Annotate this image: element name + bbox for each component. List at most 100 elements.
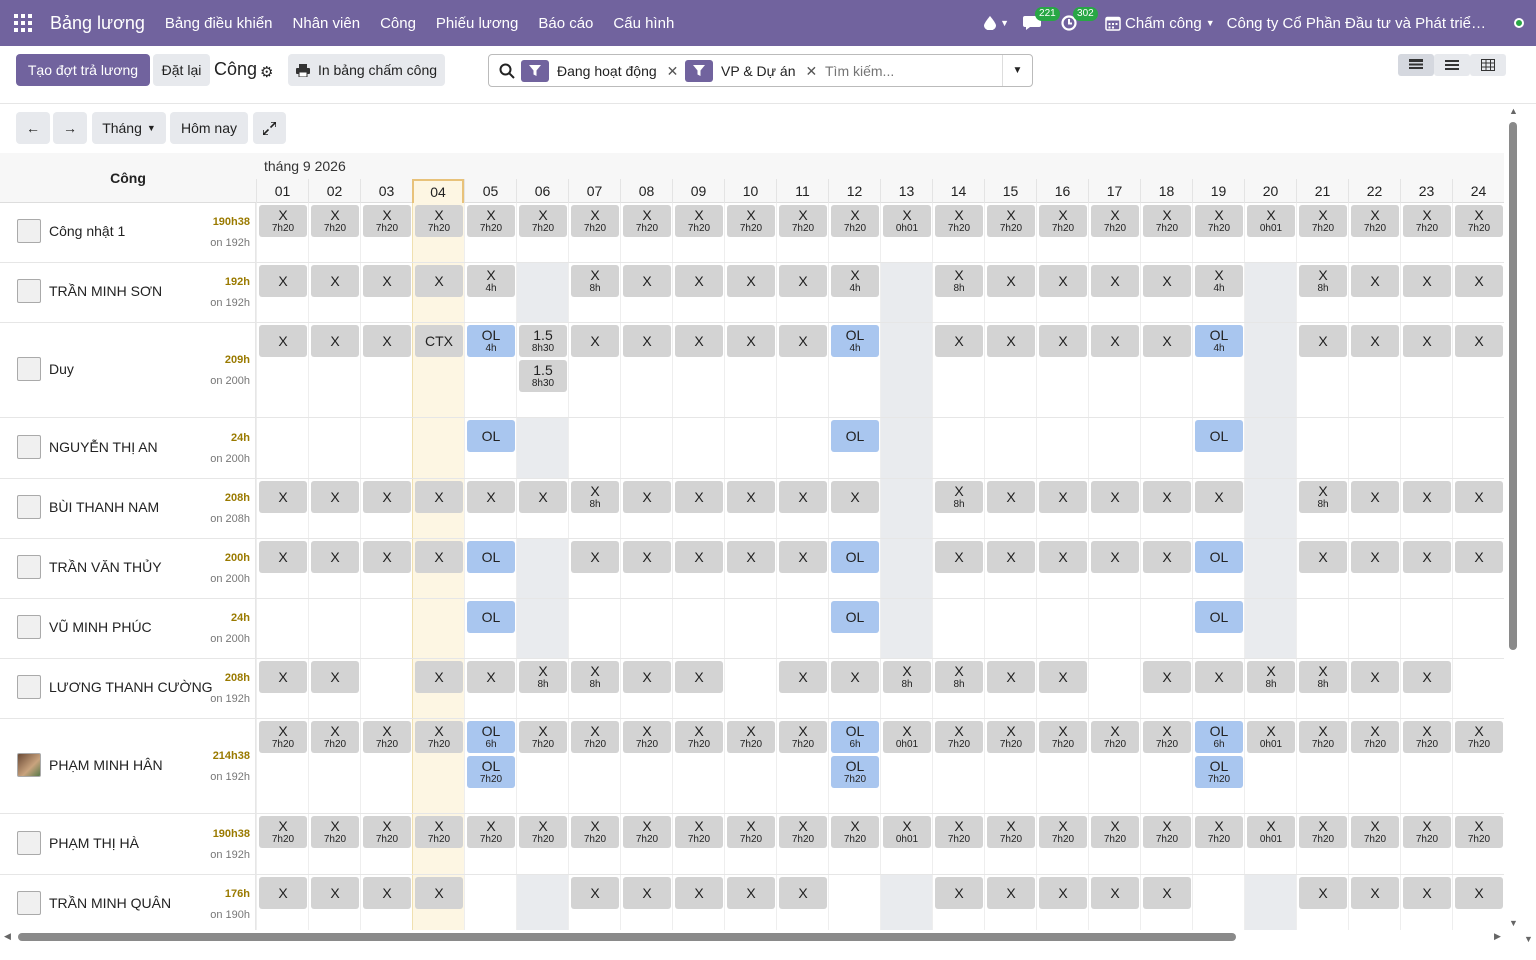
day-cell[interactable]: X [1400,659,1452,718]
day-cell[interactable] [724,659,776,718]
gear-icon[interactable]: ⚙ [260,63,273,81]
day-cell[interactable]: OL 6h OL 7h20 [828,719,880,813]
attendance-entry[interactable]: X [1091,265,1139,297]
day-cell[interactable]: X 7h20 [1036,719,1088,813]
expand-icon[interactable] [253,112,286,144]
day-cell[interactable] [1452,659,1504,718]
day-cell[interactable]: X 7h20 [828,203,880,262]
day-cell[interactable]: X [984,875,1036,930]
attendance-entry[interactable]: X 0h01 [1247,816,1295,848]
employee-info[interactable]: VŨ MINH PHÚC 24h on 200h [0,599,256,658]
day-cell[interactable]: X 7h20 [620,719,672,813]
attendance-entry[interactable]: X [259,541,307,573]
attendance-entry[interactable]: X 7h20 [519,816,567,848]
day-cell[interactable]: X [776,323,828,417]
day-cell[interactable] [1036,418,1088,478]
attendance-entry[interactable]: X 7h20 [1351,816,1399,848]
attendance-entry[interactable]: X [831,481,879,513]
attendance-entry[interactable]: X 7h20 [311,205,359,237]
employee-info[interactable]: TRẦN VĂN THỦY 200h on 200h [0,539,256,598]
day-cell[interactable]: X [1192,659,1244,718]
day-cell[interactable]: X 7h20 [1452,719,1504,813]
day-cell[interactable]: X [776,539,828,598]
day-cell[interactable]: X 7h20 [568,203,620,262]
day-cell[interactable] [568,599,620,658]
attendance-entry[interactable]: X 7h20 [1299,205,1347,237]
menu-reports[interactable]: Báo cáo [538,15,593,32]
day-cell[interactable]: X [1400,479,1452,538]
attendance-entry[interactable]: X [675,325,723,357]
attendance-entry[interactable]: X [727,325,775,357]
attendance-entry[interactable]: X [1195,661,1243,693]
attendance-entry[interactable]: X [1091,541,1139,573]
scroll-down-icon[interactable]: ▼ [1524,934,1533,944]
attendance-entry[interactable]: OL 7h20 [467,756,515,788]
attendance-entry[interactable]: X 7h20 [1455,816,1503,848]
attendance-entry[interactable]: X 7h20 [935,721,983,753]
day-cell[interactable] [1452,599,1504,658]
day-cell[interactable]: X 7h20 [672,719,724,813]
attendance-entry[interactable]: X [935,877,983,909]
day-cell[interactable]: OL 6h OL 7h20 [1192,719,1244,813]
day-cell[interactable] [932,599,984,658]
attendance-entry[interactable]: X 7h20 [467,816,515,848]
today-button[interactable]: Hôm nay [170,112,248,144]
day-cell[interactable]: X [776,479,828,538]
day-cell[interactable]: X [464,479,516,538]
day-cell[interactable] [1192,875,1244,930]
attendance-entry[interactable]: X [1455,541,1503,573]
search-input[interactable] [825,60,995,82]
attendance-entry[interactable]: X [727,481,775,513]
attendance-entry[interactable]: X 8h [571,481,619,513]
day-cell[interactable]: X [1036,479,1088,538]
day-cell[interactable]: OL [464,599,516,658]
day-cell[interactable]: OL 4h [828,323,880,417]
next-button[interactable]: → [53,112,87,144]
attendance-entry[interactable]: OL 7h20 [1195,756,1243,788]
day-cell[interactable]: X [464,659,516,718]
day-cell[interactable]: X 8h [880,659,932,718]
day-cell[interactable]: X 7h20 [984,203,1036,262]
attendance-entry[interactable]: X 7h20 [571,816,619,848]
day-cell[interactable]: X [672,539,724,598]
attendance-entry[interactable]: X [311,481,359,513]
attendance-entry[interactable]: X 7h20 [1403,816,1451,848]
view-list-icon[interactable] [1434,54,1470,76]
attendance-entry[interactable]: X 8h [1299,265,1347,297]
attendance-entry[interactable]: X [467,661,515,693]
day-cell[interactable]: X [1348,539,1400,598]
day-cell[interactable]: X 7h20 [1140,719,1192,813]
day-cell[interactable] [464,875,516,930]
attendance-entry[interactable]: X 7h20 [1091,816,1139,848]
attendance-entry[interactable]: X [1039,481,1087,513]
search-icon[interactable] [499,63,515,79]
day-cell[interactable]: X 7h20 [1088,719,1140,813]
day-cell[interactable] [880,875,932,930]
day-cell[interactable]: X [672,659,724,718]
attendance-entry[interactable]: X [987,541,1035,573]
day-cell[interactable]: X 7h20 [308,719,360,813]
day-cell[interactable]: X 0h01 [1244,719,1296,813]
day-cell[interactable]: X 7h20 [932,719,984,813]
day-cell[interactable]: X 7h20 [568,719,620,813]
day-cell[interactable] [1400,418,1452,478]
day-cell[interactable]: X [1140,875,1192,930]
day-cell[interactable]: X [256,875,308,930]
day-cell[interactable]: OL [1192,418,1244,478]
attendance-entry[interactable]: X 7h20 [831,816,879,848]
attendance-entry[interactable]: X [831,661,879,693]
day-cell[interactable] [880,263,932,322]
day-cell[interactable]: X [1088,263,1140,322]
day-cell[interactable] [516,599,568,658]
attendance-entry[interactable]: X [727,265,775,297]
day-cell[interactable] [984,599,1036,658]
day-cell[interactable] [880,479,932,538]
day-cell[interactable]: X 7h20 [568,814,620,874]
attendance-entry[interactable]: X 8h [519,661,567,693]
employee-name[interactable]: Duy [49,361,74,377]
day-cell[interactable]: X [620,479,672,538]
day-cell[interactable]: X [776,875,828,930]
attendance-entry[interactable]: OL [831,541,879,573]
attendance-entry[interactable]: X [1039,661,1087,693]
day-cell[interactable]: X 7h20 [1400,814,1452,874]
